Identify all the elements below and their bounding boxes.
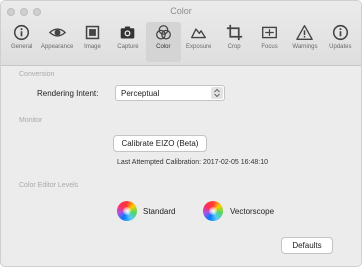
tab-general[interactable]: General [4, 22, 39, 62]
preferences-window: Color General Appearance Image Capture C… [0, 0, 362, 267]
tab-focus[interactable]: Focus [252, 22, 287, 62]
tab-image[interactable]: Image [75, 22, 110, 62]
toolbar: Color General Appearance Image Capture C… [1, 1, 361, 66]
tab-label: Color [156, 44, 171, 50]
tab-warnings[interactable]: Warnings [287, 22, 322, 62]
camera-icon [121, 26, 135, 39]
tab-crop[interactable]: Crop [216, 22, 251, 62]
vectorscope-color-wheel-icon[interactable] [203, 201, 223, 221]
window-title: Color [170, 6, 192, 16]
tab-exposure[interactable]: Exposure [181, 22, 216, 62]
chevron-updown-icon [211, 87, 223, 99]
rendering-intent-select[interactable]: Perceptual [115, 85, 225, 101]
tab-label: Warnings [292, 44, 318, 50]
tab-label: Appearance [40, 44, 74, 50]
section-title-monitor: Monitor [19, 117, 43, 124]
tab-appearance[interactable]: Appearance [39, 22, 74, 62]
info-circle-icon [332, 24, 348, 41]
tab-capture[interactable]: Capture [110, 22, 145, 62]
vectorscope-option-label[interactable]: Vectorscope [230, 207, 274, 216]
crop-icon [226, 24, 242, 41]
standard-color-wheel-icon[interactable] [117, 201, 137, 221]
rendering-intent-value: Perceptual [121, 89, 160, 98]
rendering-intent-label: Rendering Intent: [37, 89, 99, 98]
tab-label: General [11, 44, 33, 50]
section-title-conversion: Conversion [19, 71, 55, 78]
defaults-button[interactable]: Defaults [281, 237, 333, 254]
tab-label: Capture [117, 44, 139, 50]
calibrate-eizo-button[interactable]: Calibrate EIZO (Beta) [113, 135, 207, 152]
eye-icon [48, 28, 66, 37]
tab-label: Exposure [186, 44, 212, 50]
tab-updates[interactable]: Updates [323, 22, 358, 62]
last-calibration-text: Last Attempted Calibration: 2017-02-05 1… [117, 159, 268, 166]
standard-option-label[interactable]: Standard [143, 207, 175, 216]
info-circle-icon [14, 24, 30, 41]
preference-tabs: General Appearance Image Capture Color E… [4, 22, 358, 62]
warning-icon [296, 25, 314, 40]
focus-icon [262, 26, 278, 39]
tab-color[interactable]: Color [145, 22, 182, 62]
image-icon [85, 25, 100, 40]
tab-label: Updates [329, 44, 352, 50]
section-title-color-editor-levels: Color Editor Levels [19, 182, 79, 189]
color-circles-icon [155, 25, 171, 40]
exposure-icon [191, 28, 207, 39]
tab-label: Focus [261, 44, 278, 50]
tab-label: Image [84, 44, 101, 50]
tab-label: Crop [227, 44, 241, 50]
